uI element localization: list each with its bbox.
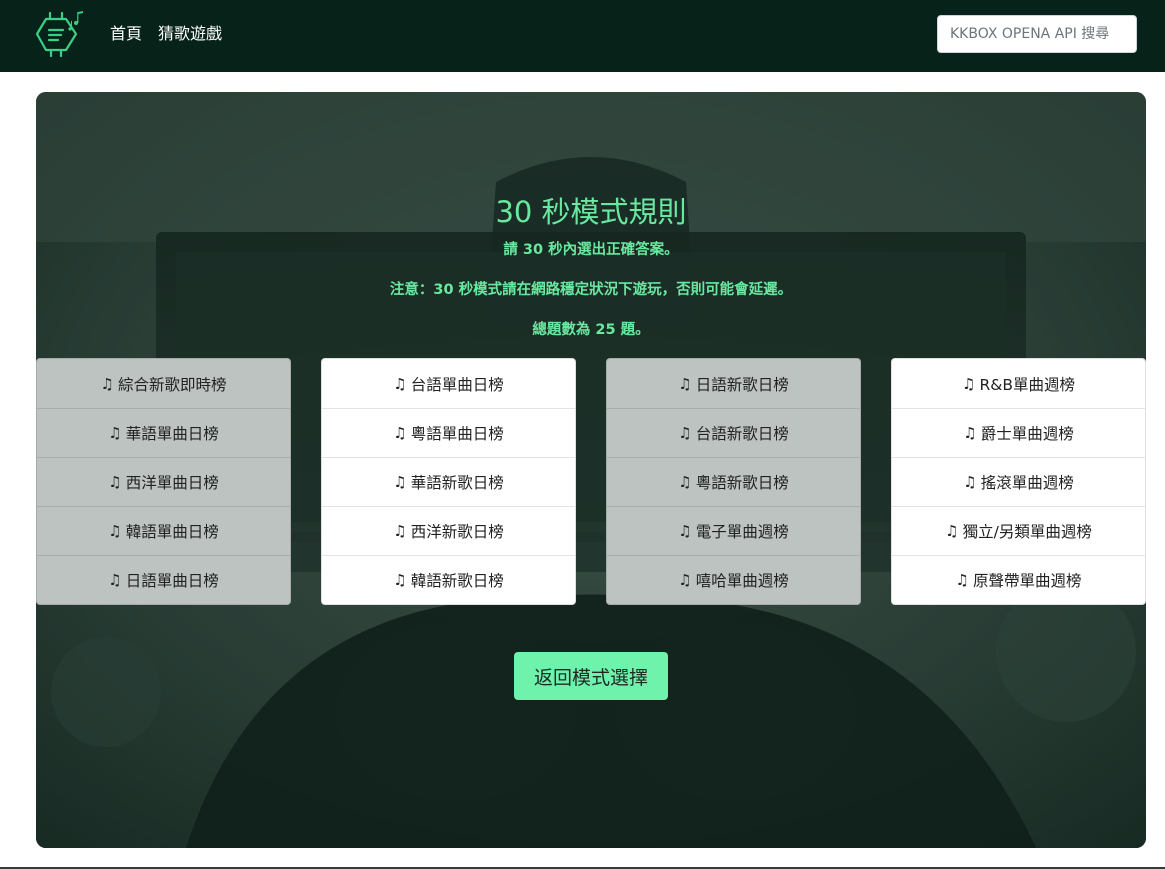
rule-time-limit: 請 30 秒內選出正確答案。 [503, 242, 679, 258]
chart-name: 獨立/另類單曲週榜 [962, 523, 1092, 541]
chart-name: 華語新歌日榜 [410, 474, 504, 492]
chart-name: 日語新歌日榜 [695, 375, 789, 394]
navbar: 首頁 猜歌遊戲 [0, 0, 1165, 72]
chart-name: 粵語新歌日榜 [695, 474, 789, 492]
music-note-icon: ♫ [962, 374, 976, 393]
chart-name: 綜合新歌即時榜 [117, 375, 227, 394]
music-note-icon: ♫ [678, 571, 692, 589]
list-item[interactable]: ♫ 華語單曲日榜 [37, 408, 290, 457]
rules-title: 30 秒模式規則 [495, 195, 687, 229]
list-item[interactable]: ♫ 台語新歌日榜 [607, 408, 860, 457]
chart-name: 台語新歌日榜 [695, 425, 789, 443]
music-note-icon: ♫ [678, 522, 692, 540]
list-item[interactable]: ♫ 西洋新歌日榜 [322, 506, 575, 555]
chart-name: 搖滾單曲週榜 [980, 474, 1074, 492]
chart-name: 嘻哈單曲週榜 [695, 572, 789, 590]
music-note-icon: ♫ [678, 374, 692, 393]
chart-list-column-1: ♫ 綜合新歌即時榜 ♫ 華語單曲日榜 ♫ 西洋單曲日榜 ♫ 韓語單曲日榜 ♫ 日語單曲日榜 [36, 358, 291, 605]
chart-name: 華語單曲日榜 [125, 425, 219, 443]
list-item[interactable]: ♫ 粵語單曲日榜 [322, 408, 575, 457]
back-to-mode-select-button[interactable]: 返回模式選擇 [514, 652, 668, 700]
chart-name: 韓語新歌日榜 [410, 572, 504, 590]
list-item[interactable]: ♫ 爵士單曲週榜 [892, 408, 1145, 457]
chart-name: 爵士單曲週榜 [980, 425, 1074, 443]
chart-name: 日語單曲日榜 [125, 572, 219, 590]
list-item[interactable]: ♫ 粵語新歌日榜 [607, 457, 860, 506]
list-item[interactable]: ♫ 日語新歌日榜 [607, 359, 860, 408]
music-note-icon: ♫ [108, 571, 122, 589]
search-input[interactable] [937, 15, 1137, 53]
music-note-icon: ♫ [108, 473, 122, 491]
list-item[interactable]: ♫ 綜合新歌即時榜 [37, 359, 290, 408]
chart-name: 西洋單曲日榜 [125, 474, 219, 492]
list-item[interactable]: ♫ 搖滾單曲週榜 [892, 457, 1145, 506]
music-note-icon: ♫ [678, 424, 692, 442]
music-note-icon: ♫ [393, 374, 407, 393]
list-item[interactable]: ♫ 韓語新歌日榜 [322, 555, 575, 604]
chart-name: 電子單曲週榜 [695, 523, 789, 541]
list-item[interactable]: ♫ 嘻哈單曲週榜 [607, 555, 860, 604]
music-note-icon: ♫ [393, 571, 407, 589]
music-note-icon: ♫ [963, 424, 977, 442]
music-note-icon: ♫ [108, 424, 122, 442]
rule-network-notice: 注意：30 秒模式請在網路穩定狀況下遊玩，否則可能會延遲。 [389, 282, 793, 298]
rule-question-count: 總題數為 25 題。 [532, 322, 650, 338]
list-item[interactable]: ♫ 電子單曲週榜 [607, 506, 860, 555]
music-note-icon: ♫ [393, 473, 407, 491]
list-item[interactable]: ♫ R&B單曲週榜 [892, 359, 1145, 408]
chart-name: 原聲帶單曲週榜 [972, 572, 1082, 590]
chart-name: 韓語單曲日榜 [125, 523, 219, 541]
list-item[interactable]: ♫ 原聲帶單曲週榜 [892, 555, 1145, 604]
list-item[interactable]: ♫ 西洋單曲日榜 [37, 457, 290, 506]
music-note-icon: ♫ [100, 374, 114, 393]
music-note-icon: ♫ [393, 522, 407, 540]
list-item[interactable]: ♫ 日語單曲日榜 [37, 555, 290, 604]
chart-name: R&B單曲週榜 [979, 375, 1075, 394]
nav-link-home[interactable]: 首頁 [110, 22, 142, 46]
list-item[interactable]: ♫ 獨立/另類單曲週榜 [892, 506, 1145, 555]
chart-list-column-2: ♫ 台語單曲日榜 ♫ 粵語單曲日榜 ♫ 華語新歌日榜 ♫ 西洋新歌日榜 ♫ 韓語新歌日榜 [321, 358, 576, 605]
chart-name: 粵語單曲日榜 [410, 425, 504, 443]
music-note-icon: ♫ [945, 522, 959, 540]
hero-card: 30 秒模式規則 請 30 秒內選出正確答案。 注意：30 秒模式請在網路穩定狀… [36, 92, 1146, 848]
chart-name: 西洋新歌日榜 [410, 523, 504, 541]
chart-list-column-4: ♫ R&B單曲週榜 ♫ 爵士單曲週榜 ♫ 搖滾單曲週榜 ♫ 獨立/另類單曲週榜 ♫ 原聲帶… [891, 358, 1146, 605]
chart-name: 台語單曲日榜 [410, 375, 504, 394]
list-item[interactable]: ♫ 台語單曲日榜 [322, 359, 575, 408]
music-note-icon: ♫ [108, 522, 122, 540]
music-note-icon: ♫ [678, 473, 692, 491]
list-item[interactable]: ♫ 韓語單曲日榜 [37, 506, 290, 555]
robot-music-logo-icon[interactable] [36, 10, 90, 60]
music-note-icon: ♫ [955, 571, 969, 589]
music-note-icon: ♫ [963, 473, 977, 491]
list-item[interactable]: ♫ 華語新歌日榜 [322, 457, 575, 506]
nav-link-guess-game[interactable]: 猜歌遊戲 [158, 22, 222, 46]
chart-list-column-3: ♫ 日語新歌日榜 ♫ 台語新歌日榜 ♫ 粵語新歌日榜 ♫ 電子單曲週榜 ♫ 嘻哈單曲週榜 [606, 358, 861, 605]
nav-links: 首頁 猜歌遊戲 [110, 22, 222, 46]
music-note-icon: ♫ [393, 424, 407, 442]
